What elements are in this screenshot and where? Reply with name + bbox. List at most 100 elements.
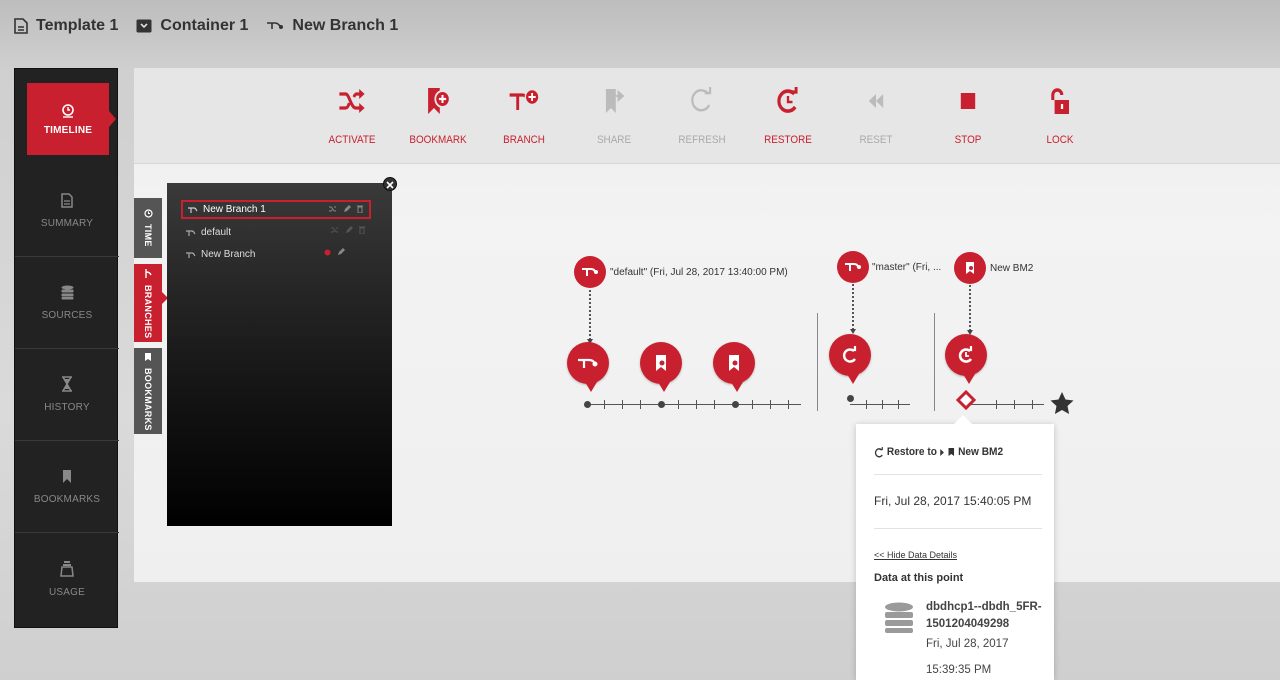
database-icon	[885, 602, 913, 633]
sidebar-item-timeline[interactable]: TIMELINE	[27, 83, 116, 155]
active-indicator-icon	[324, 249, 331, 256]
reset-button[interactable]: RESET	[840, 82, 912, 152]
bookmark-icon	[948, 448, 955, 456]
close-icon	[386, 181, 394, 189]
trash-icon[interactable]	[359, 226, 365, 234]
activate-label: ACTIVATE	[328, 134, 376, 146]
close-panel-button[interactable]	[383, 177, 397, 191]
restore-icon	[777, 87, 798, 113]
stop-label: STOP	[954, 134, 982, 146]
timeline-branch-pin[interactable]	[567, 342, 609, 392]
database-date: Fri, Jul 28, 2017	[926, 638, 1009, 650]
default-branch-label: "default" (Fri, Jul 28, 2017 13:40:00 PM…	[610, 267, 788, 278]
timeline-bookmark-pin[interactable]	[713, 342, 755, 392]
restore-icon	[874, 446, 883, 457]
branch-icon	[185, 251, 197, 259]
data-heading: Data at this point	[874, 572, 964, 584]
bookmark-icon	[966, 262, 974, 274]
breadcrumb-branch-label: New Branch 1	[292, 17, 399, 34]
database-name: dbdhcp1--dbdh_5FR-1501204049298	[926, 601, 1042, 630]
branch-icon	[582, 268, 598, 276]
tab-bookmarks[interactable]: BOOKMARKS	[134, 348, 162, 434]
branch-row[interactable]: default	[181, 223, 371, 242]
bookmark-label: New BM2	[990, 263, 1034, 274]
branch-button[interactable]: BRANCH	[488, 82, 560, 152]
sidebar-item-history[interactable]: HISTORY	[15, 349, 119, 441]
sidebar-item-sources[interactable]: SOURCES	[15, 257, 119, 349]
branch-row[interactable]: New Branch	[181, 245, 371, 264]
sidebar-item-label: BOOKMARKS	[33, 493, 101, 505]
share-label: SHARE	[596, 134, 632, 146]
activate-branch-icon[interactable]	[328, 205, 337, 213]
bookmark-add-icon	[428, 88, 451, 114]
timeline-point[interactable]	[847, 395, 854, 402]
sidebar-item-summary[interactable]: SUMMARY	[15, 165, 119, 257]
branch-point-pin[interactable]	[837, 251, 869, 283]
timeline-point[interactable]	[658, 401, 665, 408]
sidebar-item-label: TIMELINE	[43, 124, 93, 136]
refresh-icon	[691, 87, 712, 112]
timeline-track	[587, 404, 801, 405]
timeline-point[interactable]	[584, 401, 591, 408]
reset-label: RESET	[859, 134, 893, 146]
bookmark-button[interactable]: BOOKMARK	[402, 82, 474, 152]
timeline-restore-pin[interactable]	[945, 334, 987, 384]
branch-icon	[845, 263, 861, 271]
breadcrumb-template[interactable]: Template 1	[14, 17, 118, 35]
refresh-button[interactable]: REFRESH	[666, 82, 738, 152]
lock-label: LOCK	[1046, 134, 1074, 146]
branch-icon	[185, 229, 197, 237]
activate-button[interactable]: ACTIVATE	[316, 82, 388, 152]
branch-name: default	[201, 227, 232, 238]
container-icon	[136, 19, 152, 33]
stop-button[interactable]: STOP	[932, 82, 1004, 152]
tab-time[interactable]: TIME	[134, 198, 162, 258]
clock-icon	[143, 209, 153, 218]
rewind-icon	[868, 94, 884, 108]
stop-icon	[960, 93, 976, 109]
sidebar-item-usage[interactable]: USAGE	[15, 533, 119, 625]
branch-icon	[144, 268, 152, 278]
connector	[967, 285, 973, 335]
shuffle-icon	[339, 89, 365, 113]
branch-add-icon	[509, 88, 540, 110]
bookmark-icon	[656, 355, 666, 371]
selected-point-marker[interactable]	[956, 390, 976, 410]
database-icon	[61, 285, 73, 299]
timeline-point[interactable]	[732, 401, 739, 408]
sidebar-item-bookmarks[interactable]: BOOKMARKS	[15, 441, 119, 533]
branch-label: BRANCH	[503, 134, 545, 146]
branch-row-selected[interactable]: New Branch 1	[181, 200, 371, 219]
refresh-label: REFRESH	[678, 134, 726, 146]
timeline-bookmark-pin[interactable]	[640, 342, 682, 392]
edit-icon[interactable]	[343, 205, 351, 213]
branch-divider	[934, 313, 935, 411]
branches-panel: New Branch 1 default New Branch	[167, 183, 392, 526]
star-icon[interactable]	[1049, 391, 1075, 415]
trash-icon[interactable]	[357, 205, 363, 213]
tab-branches[interactable]: BRANCHES	[134, 264, 168, 342]
breadcrumb-branch[interactable]: New Branch 1	[266, 17, 398, 35]
restore-button[interactable]: RESTORE	[752, 82, 824, 152]
bookmark-point-pin[interactable]	[954, 252, 986, 284]
sidebar-item-label: USAGE	[48, 587, 85, 598]
branch-point-pin[interactable]	[574, 256, 606, 288]
edit-icon[interactable]	[337, 248, 345, 256]
tab-bookmarks-label: BOOKMARKS	[143, 367, 153, 431]
sidebar: TIMELINE SUMMARY SOURCES HISTORY BOOKMAR…	[14, 68, 119, 628]
breadcrumb-container-label: Container 1	[160, 17, 249, 34]
unlock-icon	[1051, 88, 1069, 114]
popover-timestamp: Fri, Jul 28, 2017 15:40:05 PM	[874, 494, 1032, 508]
tab-time-label: TIME	[143, 224, 153, 247]
lock-button[interactable]: LOCK	[1024, 82, 1096, 152]
hide-data-details-link[interactable]: << Hide Data Details	[874, 550, 957, 560]
hourglass-icon	[62, 376, 72, 392]
activate-branch-icon[interactable]	[330, 226, 339, 234]
sidebar-item-label: SUMMARY	[40, 217, 94, 229]
timeline-refresh-pin[interactable]	[829, 334, 871, 384]
breadcrumb: Template 1 Container 1 New Branch 1	[14, 14, 398, 38]
edit-icon[interactable]	[345, 226, 353, 234]
share-button[interactable]: SHARE	[578, 82, 650, 152]
bookmark-icon	[145, 352, 151, 361]
breadcrumb-container[interactable]: Container 1	[136, 17, 248, 35]
